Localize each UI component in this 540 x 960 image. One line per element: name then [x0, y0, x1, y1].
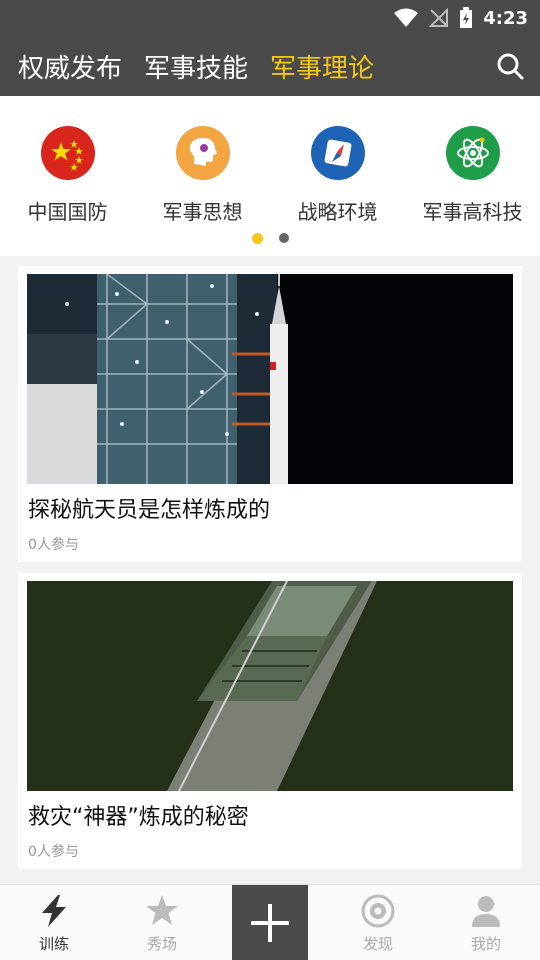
status-time: 4:23	[483, 7, 528, 29]
bottom-nav: 训练 秀场 发现 我的	[0, 884, 540, 960]
article-title[interactable]: 救灾“神器”炼成的秘密	[28, 799, 249, 831]
nav-training[interactable]: 训练	[0, 885, 108, 960]
category-label: 战略环境	[297, 200, 378, 224]
header: 权威发布 军事技能 军事理论	[0, 36, 540, 96]
search-icon[interactable]	[496, 52, 524, 80]
lightning-icon	[42, 895, 66, 927]
category-military-hitech[interactable]: 军事高科技	[405, 126, 540, 225]
category-china-defense[interactable]: 中国国防	[0, 126, 135, 225]
star-icon	[146, 895, 178, 925]
nav-profile[interactable]: 我的	[432, 885, 540, 960]
article-participants: 0人参与	[28, 537, 79, 553]
add-button[interactable]	[232, 885, 308, 960]
nav-showcase[interactable]: 秀场	[108, 885, 216, 960]
discover-icon	[361, 894, 395, 928]
china-flag-icon	[40, 126, 95, 180]
wifi-icon	[394, 8, 419, 27]
compass-icon	[310, 126, 365, 180]
category-military-thought[interactable]: 军事思想	[135, 126, 270, 225]
atom-icon	[445, 126, 500, 180]
category-label: 中国国防	[27, 200, 108, 224]
no-signal-icon	[429, 8, 449, 27]
user-icon	[472, 896, 500, 927]
tab-military-skills[interactable]: 军事技能	[144, 48, 248, 85]
page-dot	[278, 233, 289, 243]
category-label: 军事高科技	[422, 200, 523, 224]
category-strip: 中国国防 军事思想 战略环境 军事高科技	[0, 96, 540, 256]
rocket-launch-tower-image	[27, 274, 513, 484]
nav-label: 训练	[38, 935, 69, 953]
category-strategic-environment[interactable]: 战略环境	[270, 126, 405, 225]
tab-bar: 权威发布 军事技能 军事理论	[18, 36, 374, 96]
article-card[interactable]: 救灾“神器”炼成的秘密 0人参与	[18, 573, 522, 869]
page-indicator	[0, 233, 540, 244]
status-icons: 4:23	[393, 6, 528, 30]
nav-label: 发现	[362, 935, 393, 953]
article-title[interactable]: 探秘航天员是怎样炼成的	[28, 492, 270, 524]
tab-military-theory[interactable]: 军事理论	[270, 48, 374, 85]
head-idea-icon	[175, 126, 230, 180]
article-participants: 0人参与	[28, 844, 79, 860]
tab-official-release[interactable]: 权威发布	[18, 48, 122, 85]
status-bar: 4:23	[0, 0, 540, 36]
nav-label: 秀场	[146, 935, 177, 953]
article-card[interactable]: 探秘航天员是怎样炼成的 0人参与	[18, 266, 522, 562]
military-truck-image	[27, 581, 513, 791]
category-label: 军事思想	[162, 200, 243, 224]
nav-label: 我的	[470, 935, 501, 953]
nav-discover[interactable]: 发现	[324, 885, 432, 960]
page-dot-active	[251, 233, 263, 244]
battery-charging-icon	[460, 7, 473, 28]
plus-icon	[251, 904, 289, 942]
